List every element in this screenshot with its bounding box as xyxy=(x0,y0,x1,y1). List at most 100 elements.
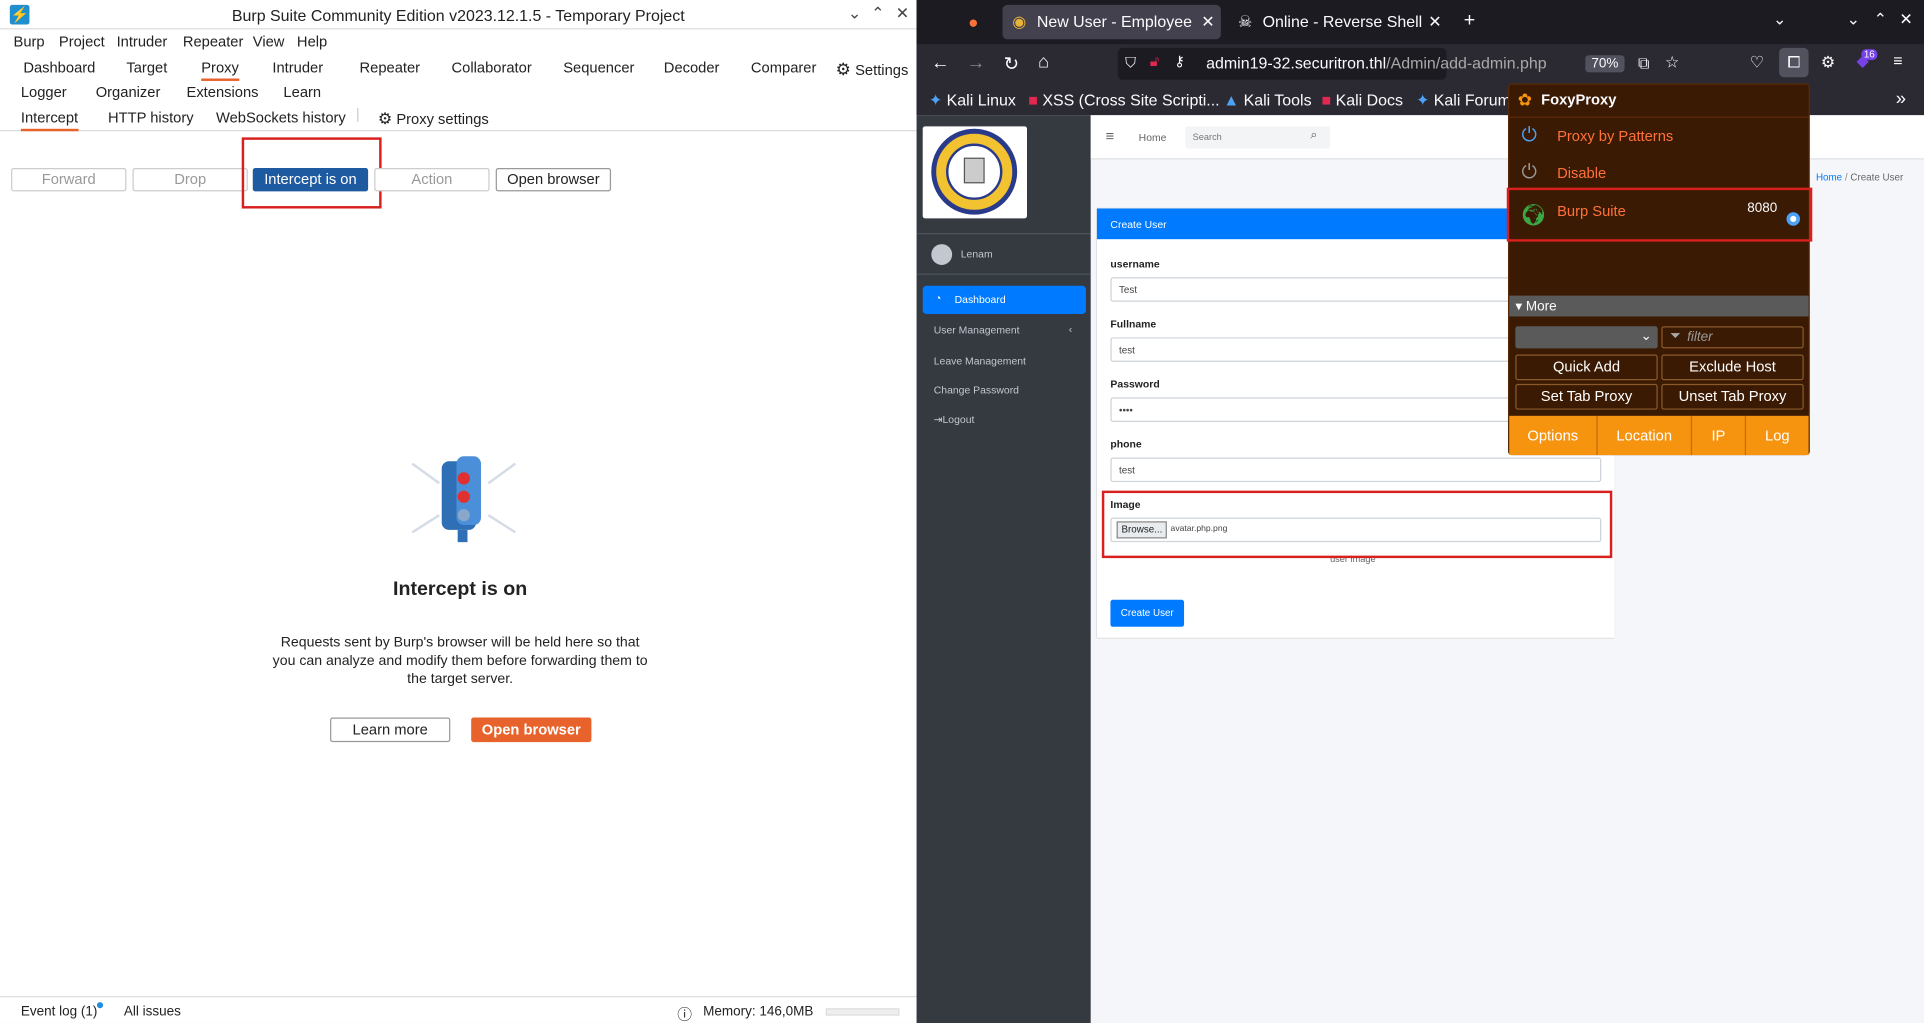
overflow-chevron-icon[interactable]: » xyxy=(1896,88,1906,109)
new-tab-icon[interactable]: + xyxy=(1464,10,1475,32)
open-browser-button[interactable]: Open browser xyxy=(471,717,592,743)
home-icon[interactable]: ⌂ xyxy=(1038,52,1049,73)
back-icon[interactable]: ← xyxy=(931,53,949,74)
menu-intruder[interactable]: Intruder xyxy=(117,33,168,50)
menu-icon[interactable]: ≡ xyxy=(1893,52,1902,70)
search-input[interactable]: Search ⌕ xyxy=(1185,126,1331,149)
forward-button[interactable]: Forward xyxy=(11,168,127,192)
menu-view[interactable]: View xyxy=(253,33,285,50)
burp-window-title: Burp Suite Community Edition v2023.12.1.… xyxy=(231,6,685,25)
bookmark-kali-tools[interactable]: ▲ Kali Tools xyxy=(1223,91,1311,109)
sidebar-item-dashboard[interactable]: ◔ Dashboard xyxy=(922,285,1086,315)
tab-target[interactable]: Target xyxy=(126,59,167,76)
lock-icon: 🔓︎ xyxy=(1149,52,1160,70)
pocket-icon[interactable]: ♡ xyxy=(1750,53,1764,73)
tab-organizer[interactable]: Organizer xyxy=(96,83,161,100)
quick-add-button[interactable]: Quick Add xyxy=(1515,354,1658,381)
phone-input[interactable]: test xyxy=(1110,457,1602,483)
power-off-icon: ⏻ xyxy=(1521,161,1538,183)
sidebar-item-user-management[interactable]: User Management xyxy=(934,324,1020,336)
breadcrumb: Home / Create User xyxy=(1815,171,1904,183)
options-button[interactable]: Options xyxy=(1509,415,1598,456)
ip-button[interactable]: IP xyxy=(1692,415,1747,456)
user-name[interactable]: Lenam xyxy=(961,248,993,260)
tab-repeater[interactable]: Repeater xyxy=(360,59,421,76)
create-user-button[interactable]: Create User xyxy=(1110,599,1185,627)
tab-new-user[interactable]: ◉ New User - Employee M ✕ xyxy=(1002,4,1221,40)
traffic-light-icon xyxy=(411,456,517,543)
sidebar-item-leave-management[interactable]: Leave Management xyxy=(934,354,1026,366)
bookmark-xss[interactable]: ■ XSS (Cross Site Scripti... xyxy=(1028,91,1219,109)
badge-count: 16 xyxy=(1861,49,1878,61)
tab-settings[interactable]: ⚙ Settings xyxy=(836,59,909,80)
proxy-settings-button[interactable]: ⚙ Proxy settings xyxy=(378,109,489,129)
tab-reverse-shell[interactable]: ☠ Online - Reverse Shell G ✕ xyxy=(1228,5,1446,39)
settings-gear-icon[interactable]: ⚙ xyxy=(1821,53,1835,73)
tab-websockets-history[interactable]: WebSockets history xyxy=(216,109,346,126)
tab-extensions[interactable]: Extensions xyxy=(187,83,259,100)
action-button[interactable]: Action xyxy=(374,168,490,192)
sidebar-item-change-password[interactable]: Change Password xyxy=(934,384,1019,396)
all-issues-link[interactable]: All issues xyxy=(124,1005,181,1020)
extensions-icon[interactable]: ⧠ xyxy=(1779,47,1809,78)
tab-logger[interactable]: Logger xyxy=(21,83,67,100)
maximize-icon[interactable]: ⌃ xyxy=(871,4,884,24)
translate-icon[interactable]: ⧉ xyxy=(1638,54,1649,74)
tab-close-icon[interactable]: ✕ xyxy=(1428,5,1441,39)
drop-button[interactable]: Drop xyxy=(132,168,248,192)
open-browser-toolbar-button[interactable]: Open browser xyxy=(495,168,612,192)
tab-intruder[interactable]: Intruder xyxy=(272,59,323,76)
foxyproxy-logo-icon: ✿ xyxy=(1517,89,1533,110)
close-icon[interactable]: ✕ xyxy=(1899,10,1912,30)
filter-input[interactable]: ⏷ filter xyxy=(1661,326,1804,349)
event-log-link[interactable]: Event log (1) xyxy=(21,1005,98,1020)
pattern-select[interactable]: ⌄ xyxy=(1515,326,1658,349)
menu-repeater[interactable]: Repeater xyxy=(183,33,244,50)
proxy-by-patterns-option[interactable]: Proxy by Patterns xyxy=(1557,128,1673,145)
tab-learn[interactable]: Learn xyxy=(283,83,321,100)
learn-more-button[interactable]: Learn more xyxy=(330,717,451,743)
menu-project[interactable]: Project xyxy=(59,33,105,50)
reload-icon[interactable]: ↻ xyxy=(1004,53,1019,75)
skull-favicon-icon: ☠ xyxy=(1238,12,1253,31)
set-tab-proxy-button[interactable]: Set Tab Proxy xyxy=(1515,383,1658,410)
tab-comparer[interactable]: Comparer xyxy=(751,59,816,76)
more-section[interactable]: ▾ More xyxy=(1509,295,1809,317)
close-icon[interactable]: ✕ xyxy=(896,4,909,24)
hamburger-icon[interactable]: ≡ xyxy=(1106,128,1115,145)
nav-home-link[interactable]: Home xyxy=(1139,131,1167,143)
tab-http-history[interactable]: HTTP history xyxy=(108,109,194,126)
forward-icon[interactable]: → xyxy=(967,53,985,74)
tab-proxy[interactable]: Proxy xyxy=(201,59,239,81)
tab-sequencer[interactable]: Sequencer xyxy=(563,59,634,76)
menu-help[interactable]: Help xyxy=(297,33,327,50)
sidebar-item-logout[interactable]: ⇥Logout xyxy=(934,413,975,426)
minimize-icon[interactable]: ⌄ xyxy=(848,4,861,24)
maximize-icon[interactable]: ⌃ xyxy=(1874,10,1887,30)
tab-decoder[interactable]: Decoder xyxy=(664,59,720,76)
firefox-view-icon[interactable]: ● xyxy=(968,12,978,32)
search-icon[interactable]: ⌕ xyxy=(1310,129,1317,142)
minimize-icon[interactable]: ⌄ xyxy=(1847,10,1860,30)
chevron-left-icon: ‹ xyxy=(1068,322,1073,335)
tab-intercept[interactable]: Intercept xyxy=(20,109,79,132)
bookmark-kali-linux[interactable]: ✦ Kali Linux xyxy=(929,91,1016,111)
tab-collaborator[interactable]: Collaborator xyxy=(452,59,532,76)
location-button[interactable]: Location xyxy=(1597,415,1693,456)
tab-close-icon[interactable]: ✕ xyxy=(1201,5,1214,39)
menu-burp[interactable]: Burp xyxy=(13,33,44,50)
tab-list-icon[interactable]: ⌄ xyxy=(1773,10,1786,30)
zoom-indicator[interactable]: 70% xyxy=(1585,55,1625,73)
bookmark-kali-forum[interactable]: ✦ Kali Forum xyxy=(1416,91,1511,111)
bookmark-kali-docs[interactable]: ■ Kali Docs xyxy=(1321,91,1402,109)
bookmark-star-icon[interactable]: ☆ xyxy=(1665,53,1679,73)
exclude-host-button[interactable]: Exclude Host xyxy=(1661,354,1804,381)
burp-main-tabs: Dashboard Target Proxy Intruder Repeater… xyxy=(0,55,917,81)
info-icon: ⓘ xyxy=(677,1005,693,1023)
memory-bar xyxy=(825,1008,900,1016)
disable-option[interactable]: Disable xyxy=(1557,164,1606,181)
unset-tab-proxy-button[interactable]: Unset Tab Proxy xyxy=(1661,383,1804,410)
tab-dashboard[interactable]: Dashboard xyxy=(23,59,95,76)
url-bar[interactable]: ⛉ 🔓︎ ⚷ admin19-32.securitron.thl/Admin/a… xyxy=(1117,47,1547,80)
log-button[interactable]: Log xyxy=(1746,415,1809,456)
